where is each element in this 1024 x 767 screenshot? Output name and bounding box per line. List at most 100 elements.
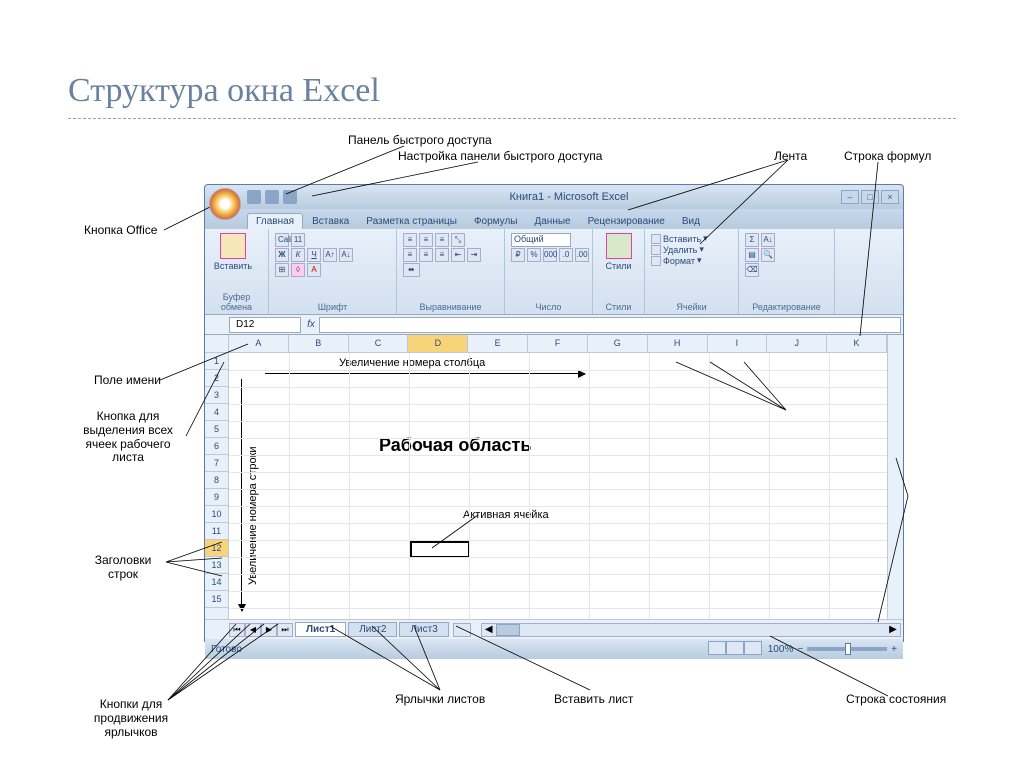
row-header[interactable]: 6 bbox=[205, 438, 228, 455]
sheet-tab[interactable]: Лист3 bbox=[399, 622, 448, 637]
sheet-tab[interactable]: Лист2 bbox=[348, 622, 397, 637]
row-header[interactable]: 3 bbox=[205, 387, 228, 404]
tab-review[interactable]: Рецензирование bbox=[580, 214, 673, 229]
clear-icon[interactable]: ⌫ bbox=[745, 263, 759, 277]
horizontal-scrollbar[interactable]: ◀▶ bbox=[481, 623, 901, 637]
tab-nav-prev-icon[interactable]: ◀ bbox=[245, 623, 261, 637]
scroll-right-icon[interactable]: ▶ bbox=[886, 624, 900, 636]
sheet-tab[interactable]: Лист1 bbox=[295, 622, 346, 637]
insert-cells-button[interactable]: Вставить ▾ bbox=[651, 233, 708, 244]
delete-cells-button[interactable]: Удалить ▾ bbox=[651, 244, 708, 255]
normal-view-icon[interactable] bbox=[708, 641, 726, 655]
col-header[interactable]: F bbox=[528, 335, 588, 352]
align-mid-icon[interactable]: ≡ bbox=[419, 233, 433, 247]
dec-dec-icon[interactable]: .00 bbox=[575, 248, 589, 262]
close-icon[interactable]: × bbox=[881, 190, 899, 204]
find-icon[interactable]: 🔍 bbox=[761, 248, 775, 262]
styles-button[interactable]: Стили bbox=[599, 233, 638, 271]
percent-icon[interactable]: % bbox=[527, 248, 541, 262]
row-header[interactable]: 12 bbox=[205, 540, 228, 557]
scroll-left-icon[interactable]: ◀ bbox=[482, 624, 496, 636]
format-cells-button[interactable]: Формат ▾ bbox=[651, 255, 708, 266]
sort-icon[interactable]: A↓ bbox=[761, 233, 775, 247]
comma-icon[interactable]: 000 bbox=[543, 248, 557, 262]
zoom-level[interactable]: 100% bbox=[768, 644, 794, 655]
office-button[interactable] bbox=[209, 188, 241, 220]
merge-icon[interactable]: ⬌ bbox=[403, 263, 420, 277]
row-header[interactable]: 8 bbox=[205, 472, 228, 489]
fill-color-icon[interactable]: ◊ bbox=[291, 263, 305, 277]
row-header[interactable]: 9 bbox=[205, 489, 228, 506]
grow-font-icon[interactable]: A↑ bbox=[323, 248, 337, 262]
tab-data[interactable]: Данные bbox=[526, 214, 578, 229]
italic-icon[interactable]: К bbox=[291, 248, 305, 262]
row-header[interactable]: 5 bbox=[205, 421, 228, 438]
row-header[interactable]: 7 bbox=[205, 455, 228, 472]
undo-icon[interactable] bbox=[265, 190, 279, 204]
number-format-input[interactable]: Общий bbox=[511, 233, 571, 247]
vertical-scrollbar[interactable] bbox=[887, 335, 903, 619]
border-icon[interactable]: ⊞ bbox=[275, 263, 289, 277]
fill-icon[interactable]: ▤ bbox=[745, 248, 759, 262]
shrink-font-icon[interactable]: A↓ bbox=[339, 248, 353, 262]
minimize-icon[interactable]: – bbox=[841, 190, 859, 204]
col-header[interactable]: D bbox=[408, 335, 468, 352]
formula-input[interactable] bbox=[319, 317, 901, 333]
zoom-slider[interactable] bbox=[807, 647, 887, 651]
font-size-input[interactable]: 11 bbox=[291, 233, 305, 247]
font-name-input[interactable]: Calibri bbox=[275, 233, 289, 247]
row-header[interactable]: 4 bbox=[205, 404, 228, 421]
align-bot-icon[interactable]: ≡ bbox=[435, 233, 449, 247]
col-header[interactable]: G bbox=[588, 335, 648, 352]
col-header[interactable]: B bbox=[289, 335, 349, 352]
row-header[interactable]: 2 bbox=[205, 370, 228, 387]
tab-home[interactable]: Главная bbox=[247, 213, 303, 229]
tab-formulas[interactable]: Формулы bbox=[466, 214, 526, 229]
tab-nav-next-icon[interactable]: ▶ bbox=[261, 623, 277, 637]
row-header[interactable]: 14 bbox=[205, 574, 228, 591]
tab-insert[interactable]: Вставка bbox=[304, 214, 357, 229]
scroll-thumb[interactable] bbox=[496, 624, 520, 636]
paste-button[interactable]: Вставить bbox=[211, 233, 255, 271]
tab-page-layout[interactable]: Разметка страницы bbox=[358, 214, 465, 229]
page-break-icon[interactable] bbox=[744, 641, 762, 655]
row-header[interactable]: 13 bbox=[205, 557, 228, 574]
cells-area[interactable]: Увеличение номера столбца Увеличение ном… bbox=[229, 353, 887, 619]
orient-icon[interactable]: ⤡ bbox=[451, 233, 465, 247]
insert-sheet-button[interactable] bbox=[453, 623, 471, 637]
redo-icon[interactable] bbox=[283, 190, 297, 204]
tab-nav-first-icon[interactable]: ⏮ bbox=[229, 623, 245, 637]
align-top-icon[interactable]: ≡ bbox=[403, 233, 417, 247]
align-right-icon[interactable]: ≡ bbox=[435, 248, 449, 262]
indent-inc-icon[interactable]: ⇥ bbox=[467, 248, 481, 262]
save-icon[interactable] bbox=[247, 190, 261, 204]
inc-dec-icon[interactable]: .0 bbox=[559, 248, 573, 262]
indent-dec-icon[interactable]: ⇤ bbox=[451, 248, 465, 262]
underline-icon[interactable]: Ч bbox=[307, 248, 321, 262]
align-center-icon[interactable]: ≡ bbox=[419, 248, 433, 262]
quick-access-toolbar[interactable] bbox=[247, 190, 297, 204]
tab-nav-last-icon[interactable]: ⏭ bbox=[277, 623, 293, 637]
select-all-button[interactable] bbox=[205, 335, 228, 353]
col-header[interactable]: A bbox=[229, 335, 289, 352]
col-header[interactable]: E bbox=[468, 335, 528, 352]
align-left-icon[interactable]: ≡ bbox=[403, 248, 417, 262]
row-header[interactable]: 10 bbox=[205, 506, 228, 523]
currency-icon[interactable]: ₽ bbox=[511, 248, 525, 262]
col-header[interactable]: I bbox=[708, 335, 768, 352]
col-header[interactable]: J bbox=[767, 335, 827, 352]
col-header[interactable]: C bbox=[349, 335, 409, 352]
bold-icon[interactable]: Ж bbox=[275, 248, 289, 262]
zoom-in-icon[interactable]: + bbox=[891, 644, 897, 655]
name-box[interactable]: D12 bbox=[229, 317, 301, 333]
page-layout-icon[interactable] bbox=[726, 641, 744, 655]
row-header[interactable]: 11 bbox=[205, 523, 228, 540]
fx-icon[interactable]: fx bbox=[303, 319, 319, 330]
row-header[interactable]: 15 bbox=[205, 591, 228, 608]
sum-icon[interactable]: Σ bbox=[745, 233, 759, 247]
maximize-icon[interactable]: □ bbox=[861, 190, 879, 204]
zoom-out-icon[interactable]: − bbox=[797, 644, 803, 655]
col-header[interactable]: K bbox=[827, 335, 887, 352]
tab-view[interactable]: Вид bbox=[674, 214, 708, 229]
row-header[interactable]: 1 bbox=[205, 353, 228, 370]
